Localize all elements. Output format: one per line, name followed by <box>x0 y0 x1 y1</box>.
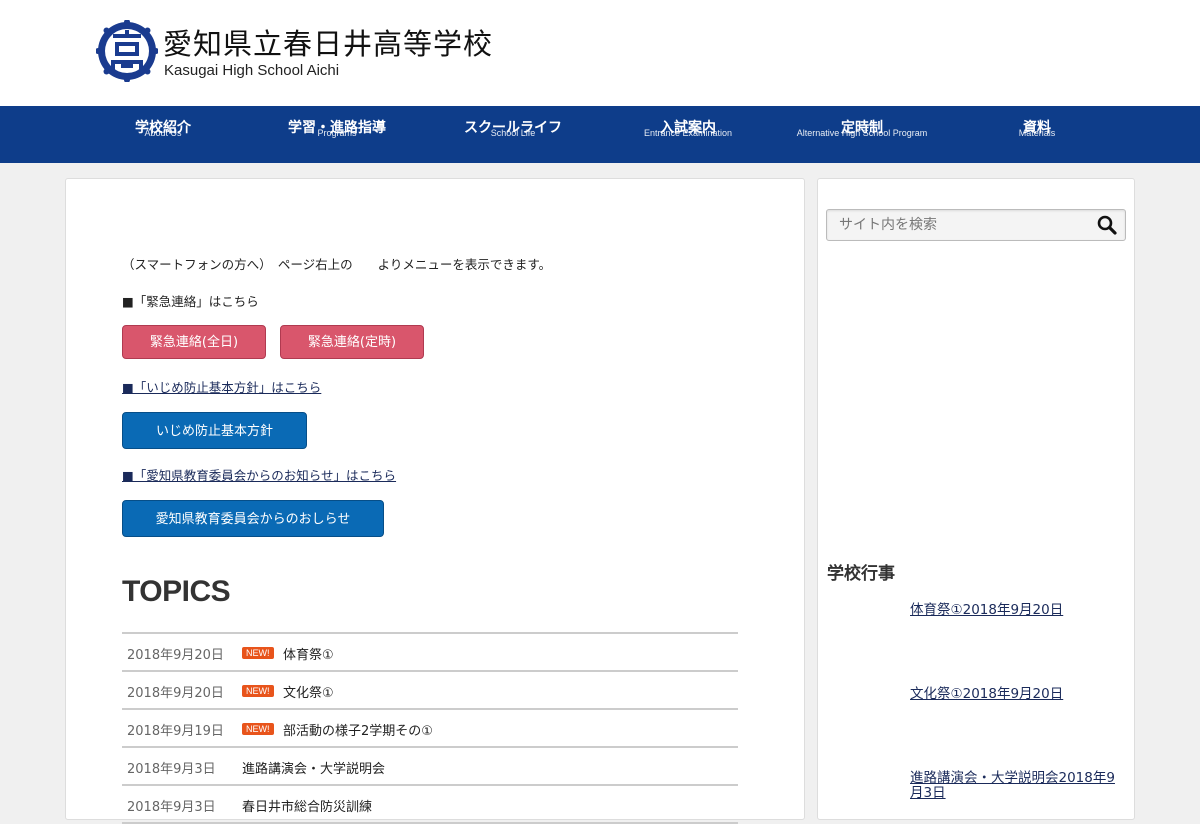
emergency-full-time-button[interactable]: 緊急連絡(全日) <box>122 325 266 359</box>
school-name[interactable]: 愛知県立春日井高等学校 <box>163 26 493 62</box>
topic-date: 2018年9月20日 <box>127 686 224 701</box>
events-heading: 学校行事 <box>827 564 895 584</box>
topic-row[interactable]: 2018年9月19日 NEW! 部活動の様子2学期その① <box>122 710 738 748</box>
topic-date: 2018年9月19日 <box>127 724 224 739</box>
topic-date: 2018年9月20日 <box>127 648 224 663</box>
topic-title[interactable]: 進路講演会・大学説明会 <box>242 758 385 777</box>
nav-item-sublabel: Programs <box>317 128 357 138</box>
nav-item-school-life[interactable]: スクールライフ School Life <box>448 106 578 163</box>
search-input[interactable] <box>827 210 1099 240</box>
main-navigation: 学校紹介 About Us 学習・進路指導 Programs スクールライフ S… <box>0 106 1200 163</box>
emergency-part-time-button[interactable]: 緊急連絡(定時) <box>280 325 424 359</box>
main-content: （スマートフォンの方へ） ページ右上の よりメニューを表示できます。 ■「緊急連… <box>65 178 805 824</box>
nav-item-sublabel: About Us <box>144 128 182 138</box>
board-notice-button[interactable]: 愛知県教育委員会からのおしらせ <box>122 500 384 537</box>
nav-item-sublabel: School Life <box>490 128 536 138</box>
nav-item-part-time[interactable]: 定時制 Alternative High School Program <box>780 106 944 163</box>
nav-item-sublabel: Entrance Examination <box>643 128 733 138</box>
nav-item-about[interactable]: 学校紹介 About Us <box>113 106 213 163</box>
new-badge: NEW! <box>242 723 274 735</box>
topic-title[interactable]: 部活動の様子2学期その① <box>283 720 433 739</box>
event-link[interactable]: 体育祭①2018年9月20日 <box>910 603 1120 618</box>
event-link[interactable]: 進路講演会・大学説明会2018年9月3日 <box>910 771 1120 801</box>
bullying-policy-link[interactable]: ■「いじめ防止基本方針」はこちら <box>122 377 321 396</box>
topic-title[interactable]: 体育祭① <box>283 644 334 663</box>
nav-item-sublabel: Alternative High School Program <box>796 128 928 138</box>
event-link[interactable]: 文化祭①2018年9月20日 <box>910 687 1120 702</box>
topics-list: 2018年9月20日 NEW! 体育祭① 2018年9月20日 NEW! 文化祭… <box>122 632 738 824</box>
topic-date: 2018年9月3日 <box>127 800 216 815</box>
nav-item-materials[interactable]: 資料 Materials <box>997 106 1077 163</box>
nav-item-sublabel: Materials <box>1018 128 1056 138</box>
topic-date: 2018年9月3日 <box>127 762 216 777</box>
topic-row[interactable]: 2018年9月20日 NEW! 文化祭① <box>122 672 738 710</box>
nav-item-entrance[interactable]: 入試案内 Entrance Examination <box>628 106 748 163</box>
topic-title[interactable]: 春日井市総合防災訓練 <box>242 796 372 815</box>
search-icon[interactable] <box>1097 215 1117 235</box>
topics-title: TOPICS <box>122 575 231 608</box>
new-badge: NEW! <box>242 685 274 697</box>
bullying-policy-button[interactable]: いじめ防止基本方針 <box>122 412 307 449</box>
school-name-english[interactable]: Kasugai High School Aichi <box>164 62 339 79</box>
smartphone-note: （スマートフォンの方へ） ページ右上の よりメニューを表示できます。 <box>122 257 552 272</box>
search-box <box>826 209 1126 241</box>
topic-row[interactable]: 2018年9月3日 春日井市総合防災訓練 <box>122 786 738 824</box>
site-header: 愛知県立春日井高等学校 Kasugai High School Aichi <box>0 0 1200 106</box>
sidebar: 学校行事 体育祭①2018年9月20日 文化祭①2018年9月20日 進路講演会… <box>817 178 1135 820</box>
topic-row[interactable]: 2018年9月3日 進路講演会・大学説明会 <box>122 748 738 786</box>
school-emblem-icon[interactable] <box>96 20 158 82</box>
topic-row[interactable]: 2018年9月20日 NEW! 体育祭① <box>122 634 738 672</box>
emergency-heading: ■「緊急連絡」はこちら <box>122 294 259 309</box>
board-notice-link[interactable]: ■「愛知県教育委員会からのお知らせ」はこちら <box>122 465 396 484</box>
new-badge: NEW! <box>242 647 274 659</box>
nav-item-programs[interactable]: 学習・進路指導 Programs <box>272 106 402 163</box>
topic-title[interactable]: 文化祭① <box>283 682 334 701</box>
